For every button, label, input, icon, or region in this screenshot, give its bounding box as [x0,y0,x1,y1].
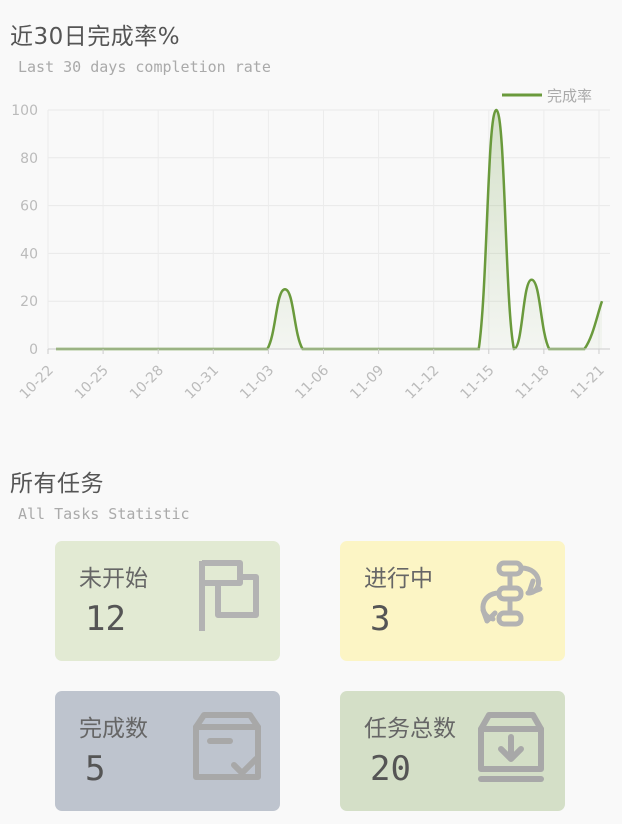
x-tick-label: 11-03 [237,363,277,403]
x-tick-label: 11-06 [292,362,332,402]
x-tick-label: 11-21 [568,363,608,403]
x-tick-label: 11-15 [458,363,498,403]
card-total[interactable]: 任务总数 20 [340,691,565,811]
card-not-started[interactable]: 未开始 12 [55,541,280,661]
x-tick-label: 10-22 [17,363,57,403]
card-value: 12 [85,599,126,639]
x-tick-label: 11-09 [347,363,387,403]
card-label: 完成数 [79,716,148,742]
y-tick-label: 60 [20,199,38,215]
x-tick-label: 11-12 [402,363,442,403]
card-in-progress[interactable]: 进行中 3 [340,541,565,661]
completion-rate-chart: 0 20 40 60 80 100 10-22 10-25 10-28 10-31 11-03 11-… [11,87,610,403]
card-value: 20 [370,749,411,789]
x-tick-label: 10-28 [127,363,167,403]
card-completed[interactable]: 完成数 5 [55,691,280,811]
card-label: 未开始 [79,566,148,592]
archive-download-icon [478,712,544,782]
series-line [56,108,604,351]
y-tick-label: 40 [20,246,38,262]
y-tick-label: 20 [20,294,38,310]
flag-icon [199,560,259,631]
chart-legend[interactable]: 完成率 [502,87,592,105]
card-label: 进行中 [364,566,433,592]
y-tick-label: 0 [29,342,38,358]
x-tick-label: 10-31 [182,363,222,403]
y-tick-label: 80 [20,151,38,167]
x-tick-label: 11-18 [513,363,553,403]
box-check-icon [193,712,261,780]
x-tick-label: 10-25 [72,363,112,403]
y-tick-label: 100 [11,103,38,119]
card-value: 3 [370,599,391,639]
chart-section-subtitle: Last 30 days completion rate [18,58,271,76]
card-value: 5 [85,749,106,789]
chart-section-title: 近30日完成率% [10,24,181,50]
tasks-section-subtitle: All Tasks Statistic [18,505,190,523]
series-area [56,110,602,349]
legend-label: 完成率 [547,87,592,105]
workflow-icon [480,560,543,627]
tasks-section-title: 所有任务 [10,471,104,497]
card-label: 任务总数 [364,716,456,742]
